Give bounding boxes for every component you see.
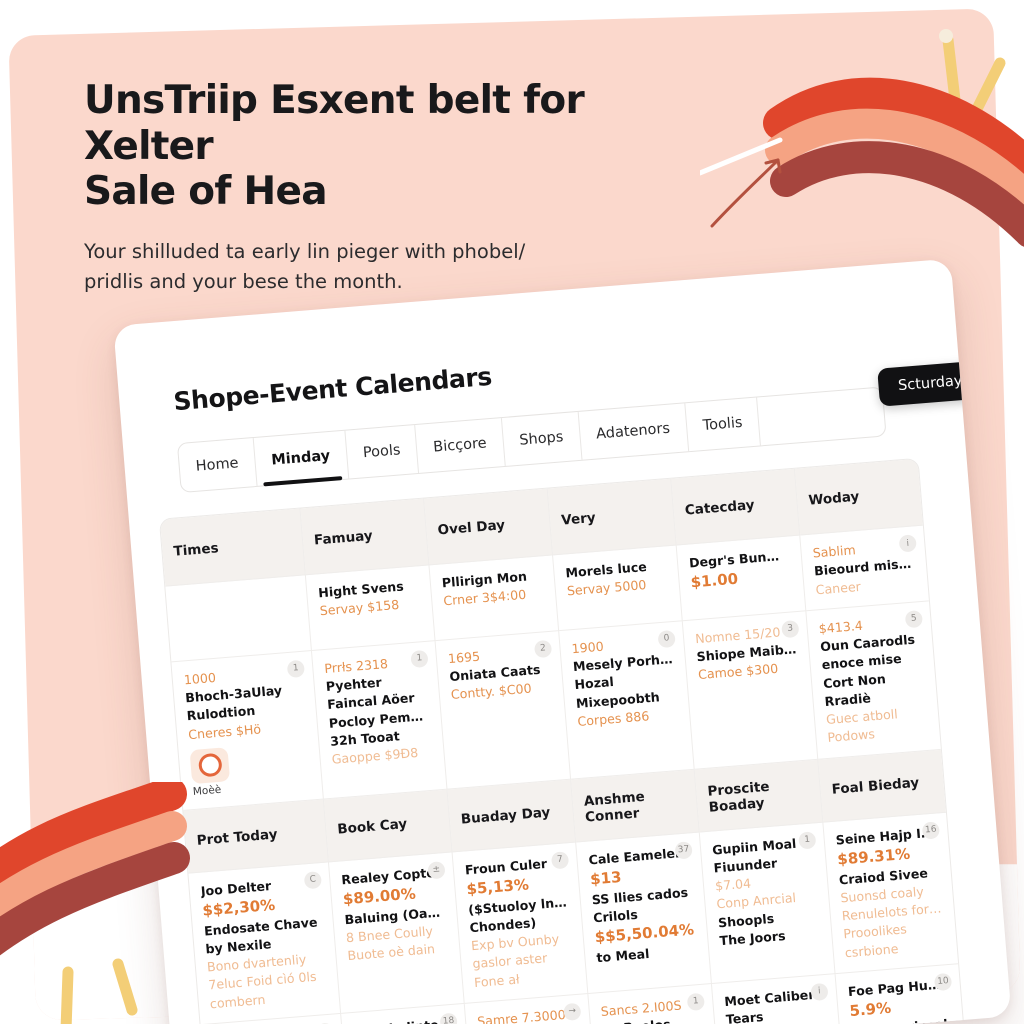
tab-pools[interactable]: Pools [345, 425, 420, 479]
cell-badge-icon[interactable]: → [563, 1002, 582, 1021]
table-cell[interactable]: Hight Svens Servay $158 [305, 565, 436, 651]
table-cell[interactable]: $413.4 Oun Caarodls enoce mise Cort Non Rrad… [806, 601, 941, 760]
card-title: Shope-Event Calendars [172, 361, 493, 417]
cell-badge-icon[interactable]: 5 [904, 609, 923, 629]
table-subheader-cell: Foal Bieday [818, 749, 946, 823]
events-table: Times Famuay Ovel Day Very Catecday Woday High… [158, 457, 969, 1024]
table-cell[interactable]: Prrłs 2318 Pyehter Faincal Aöer Pocloy Pemp… [311, 640, 448, 800]
tab-bar-filler [757, 388, 885, 446]
table-cell[interactable]: Froun Culer $5,13% ($Stuoloy lndes Chondes)… [452, 841, 589, 1004]
table-header-cell: Very [547, 478, 677, 556]
table-cell[interactable]: Sablim Bieourd misnhüe Caneer i [800, 525, 929, 612]
screen-root: UnsTriip Esхent belt for Xelter Sale of … [0, 0, 1024, 1024]
table-header-cell: Ovel Day [424, 488, 554, 566]
calendar-card: Shope-Event Calendars Home Minday Pools Bic… [113, 258, 1012, 1024]
table-cell[interactable] [165, 575, 312, 663]
table-header-cell: Times [159, 508, 306, 587]
table-subheader-cell: Proscite Boaday [694, 759, 824, 833]
table-cell[interactable]: Foe Pag Huhid5.9%Deca porincalApec Hentl… [835, 963, 968, 1024]
tab-minday[interactable]: Minday [253, 430, 349, 486]
tab-shops[interactable]: Shops [501, 411, 583, 466]
page-title: UnsTriip Esхent belt for Xelter Sale of … [84, 78, 704, 215]
cell-badge-icon[interactable]: 3 [781, 619, 800, 639]
table-subheader-cell: Buaday Day [447, 779, 577, 852]
tab-adatenors[interactable]: Adatenors [578, 403, 689, 460]
cell-badge-icon[interactable]: 0 [657, 629, 676, 648]
page-subtitle-line-2: pridlis and your bese the month. [84, 270, 403, 294]
cell-badge-icon[interactable]: 10 [933, 972, 953, 991]
hero-text-block: UnsTriip Esхent belt for Xelter Sale of … [84, 78, 704, 297]
cell-badge-icon[interactable]: 1 [686, 992, 705, 1011]
table-subheader-cell: Book Cay [323, 789, 453, 862]
table-cell[interactable]: Joo Delter $$2,30% Endosate Chave by Nexile… [188, 861, 342, 1024]
cell-badge-icon[interactable]: 37 [674, 840, 693, 860]
cell-badge-icon[interactable]: 18 [439, 1012, 458, 1024]
table-cell[interactable]: Gupiin Moal Fiuunder $7.04 Conp Anrcial Shoo… [699, 822, 836, 984]
table-cell[interactable]: Nomne 15/20 Shiope Maibut Camoe $300 3 [682, 611, 819, 770]
cell-badge-icon[interactable]: 7 [550, 850, 570, 869]
cell-badge-icon[interactable]: 16 [921, 820, 940, 840]
page-subtitle-line-1: Your shilluded ta early lin pieger with … [84, 239, 526, 263]
cell-badge-icon[interactable]: C [303, 870, 322, 889]
table-cell[interactable]: Pllirign Mon Crner 3$4:00 [429, 555, 560, 641]
table-cell[interactable]: Seine Hajp Ivo'ar $89.31% Craiod Sivee Suon… [823, 812, 959, 974]
tab-bic-ore[interactable]: Bicçore [415, 418, 506, 473]
cell-badge-icon[interactable]: 1 [798, 830, 817, 850]
table-cell[interactable]: Realey Copte $89.00% Baluing (Oable 8 Bnee … [328, 851, 465, 1014]
table-header-cell: Woday [794, 458, 923, 536]
cell-badge-icon[interactable]: i [898, 534, 917, 553]
table-cell[interactable]: 1000 Bhoch-3aUlay Rulodtion Cneres $Hö 1 Moèè [171, 650, 324, 811]
table-header-cell: Famuay [300, 498, 430, 576]
cell-badge-icon[interactable]: i [810, 982, 829, 1001]
cell-avatar-icon[interactable] [189, 746, 231, 784]
table-header-cell: Catecday [671, 468, 801, 546]
cell-badge-icon[interactable]: ± [427, 860, 446, 879]
table-cell[interactable]: 1695 Oniata Caats Contty. $C00 2 [435, 630, 572, 790]
table-cell[interactable]: Morels luce Servay 5000 [553, 545, 683, 631]
table-cell[interactable]: Cale Eameler $13 SS llies cados Crilols $$5,… [576, 832, 712, 994]
page-title-line-2: Sale of Hea [84, 169, 328, 215]
table-subheader-cell: Anshme Conner [571, 769, 700, 842]
tab-toolis[interactable]: Toolis [684, 397, 762, 452]
table-cell[interactable]: Degr's Bunwe éial$1.00 [676, 535, 807, 621]
table-subheader-cell: Prot Today [183, 799, 329, 874]
cell-badge-icon[interactable]: 1 [286, 659, 305, 678]
avatar-dot-icon [197, 752, 223, 778]
page-title-line-1: UnsTriip Esхent belt for Xelter [84, 78, 585, 169]
page-subtitle: Your shilluded ta early lin pieger with … [84, 237, 584, 297]
tab-home[interactable]: Home [177, 438, 258, 492]
cell-badge-icon[interactable]: 1 [410, 649, 429, 668]
table-cell[interactable]: Moet CaliberTearsCouneedAaas Incobal$00,… [711, 973, 845, 1024]
cell-badge-icon[interactable]: 2 [533, 639, 553, 658]
table-cell[interactable]: 1900 Mesely Porhels Hozal Mixepoobth Corpes … [559, 620, 695, 780]
